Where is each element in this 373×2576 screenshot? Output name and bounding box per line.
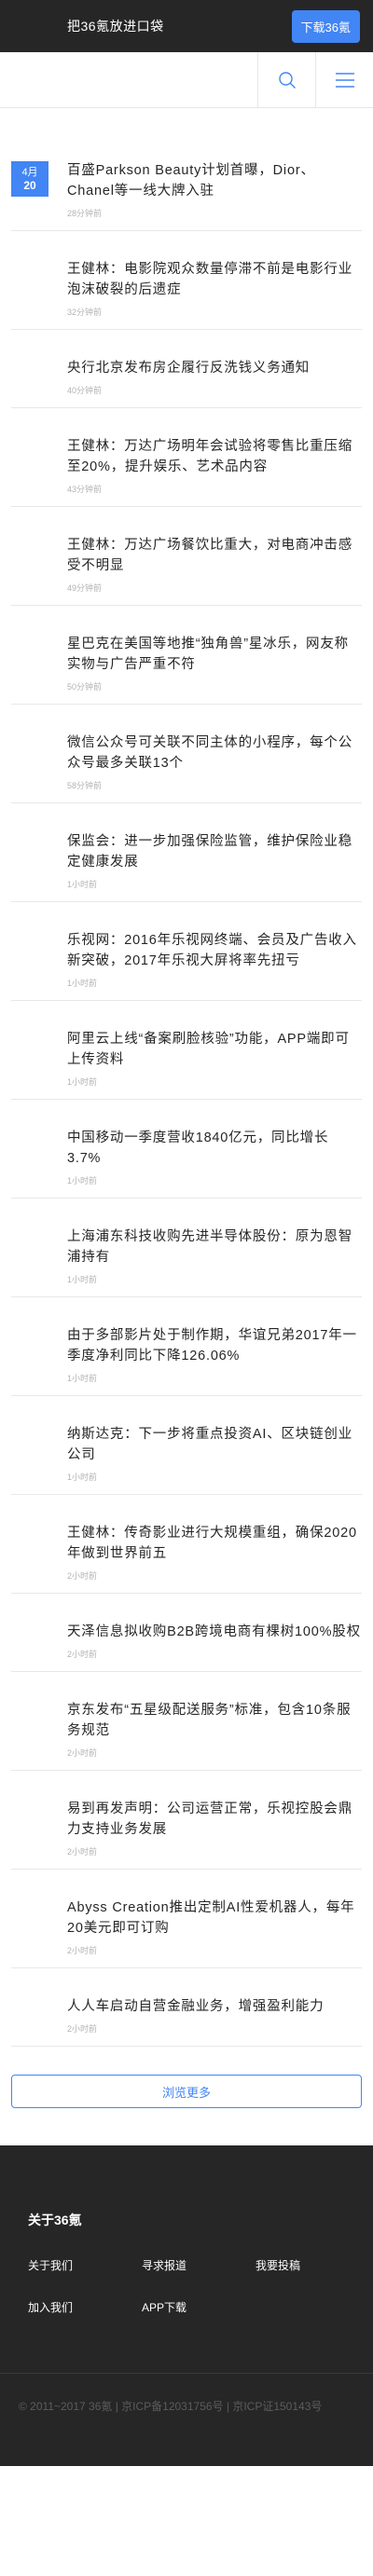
news-title[interactable]: 乐视网：2016年乐视网终端、会员及广告收入新突破，2017年乐视大屏将率先扭亏 bbox=[67, 930, 362, 971]
top-nav bbox=[0, 52, 373, 108]
news-timestamp: 2小时前 bbox=[67, 1571, 98, 1581]
news-title[interactable]: 上海浦东科技收购先进半导体股份：原为恩智浦持有 bbox=[67, 1226, 362, 1267]
news-item[interactable]: 中国移动一季度营收1840亿元，同比增长3.7% 1小时前 bbox=[11, 1128, 362, 1199]
news-title[interactable]: 纳斯达克：下一步将重点投资AI、区块链创业公司 bbox=[67, 1424, 362, 1465]
copyright: © 2011~2017 36氪 | 京ICP备12031756号 | 京ICP证… bbox=[0, 2373, 373, 2466]
news-timestamp: 1小时前 bbox=[67, 1374, 98, 1383]
banner-title: 把36氪放进口袋 bbox=[67, 19, 164, 34]
news-title[interactable]: 王健林：万达广场明年会试验将零售比重压缩至20%，提升娱乐、艺术品内容 bbox=[67, 436, 362, 477]
news-title[interactable]: 京东发布“五星级配送服务”标准，包含10条服务规范 bbox=[67, 1700, 362, 1741]
news-item[interactable]: 央行北京发布房企履行反洗钱义务通知 40分钟前 bbox=[11, 358, 362, 408]
news-item[interactable]: 王健林：传奇影业进行大规模重组，确保2020年做到世界前五 2小时前 bbox=[11, 1523, 362, 1594]
news-title[interactable]: Abyss Creation推出定制AI性爱机器人，每年20美元即可订购 bbox=[67, 1898, 362, 1939]
news-title[interactable]: 中国移动一季度营收1840亿元，同比增长3.7% bbox=[67, 1128, 362, 1169]
news-title[interactable]: 星巴克在美国等地推“独角兽”星冰乐，网友称实物与广告严重不符 bbox=[67, 634, 362, 675]
footer-link-join[interactable]: 加入我们 bbox=[28, 2299, 142, 2315]
news-timestamp: 2小时前 bbox=[67, 1748, 98, 1758]
news-timestamp: 1小时前 bbox=[67, 979, 98, 988]
news-title[interactable]: 王健林：电影院观众数量停滞不前是电影行业泡沫破裂的后遗症 bbox=[67, 259, 362, 300]
news-item[interactable]: 人人车启动自营金融业务，增强盈利能力 2小时前 bbox=[11, 1996, 362, 2047]
news-item[interactable]: 京东发布“五星级配送服务”标准，包含10条服务规范 2小时前 bbox=[11, 1700, 362, 1771]
news-title[interactable]: 央行北京发布房企履行反洗钱义务通知 bbox=[67, 358, 362, 378]
news-item[interactable]: 4月 20 百盛Parkson Beauty计划首曝，Dior、Chanel等一线大… bbox=[11, 160, 362, 231]
news-title[interactable]: 微信公众号可关联不同主体的小程序，每个公众号最多关联13个 bbox=[67, 733, 362, 774]
footer-links: 关于我们 寻求报道 我要投稿 加入我们 APP下载 bbox=[28, 2257, 373, 2315]
news-timestamp: 49分钟前 bbox=[67, 583, 103, 593]
footer-link-about[interactable]: 关于我们 bbox=[28, 2257, 142, 2273]
date-month: 4月 bbox=[21, 167, 38, 178]
news-title[interactable]: 天泽信息拟收购B2B跨境电商有棵树100%股权 bbox=[67, 1622, 362, 1642]
news-item[interactable]: 天泽信息拟收购B2B跨境电商有棵树100%股权 2小时前 bbox=[11, 1622, 362, 1672]
news-title[interactable]: 王健林：传奇影业进行大规模重组，确保2020年做到世界前五 bbox=[67, 1523, 362, 1564]
news-timestamp: 2小时前 bbox=[67, 1847, 98, 1857]
menu-button[interactable] bbox=[315, 52, 373, 108]
news-item[interactable]: 由于多部影片处于制作期，华谊兄弟2017年一季度净利同比下降126.06% 1小时… bbox=[11, 1325, 362, 1396]
news-item[interactable]: 阿里云上线“备案刷脸核验”功能，APP端即可上传资料 1小时前 bbox=[11, 1029, 362, 1100]
footer-link-app[interactable]: APP下载 bbox=[142, 2299, 256, 2315]
news-item[interactable]: 乐视网：2016年乐视网终端、会员及广告收入新突破，2017年乐视大屏将率先扭亏… bbox=[11, 930, 362, 1001]
date-day: 20 bbox=[23, 179, 36, 192]
news-timestamp: 40分钟前 bbox=[67, 386, 103, 395]
news-item[interactable]: 王健林：万达广场明年会试验将零售比重压缩至20%，提升娱乐、艺术品内容 43分钟前 bbox=[11, 436, 362, 507]
footer-link-report[interactable]: 寻求报道 bbox=[142, 2257, 256, 2273]
download-app-button[interactable]: 下载36氪 bbox=[291, 9, 360, 43]
news-title[interactable]: 由于多部影片处于制作期，华谊兄弟2017年一季度净利同比下降126.06% bbox=[67, 1325, 362, 1366]
news-item[interactable]: 王健林：万达广场餐饮比重大，对电商冲击感受不明显 49分钟前 bbox=[11, 535, 362, 606]
news-item[interactable]: 微信公众号可关联不同主体的小程序，每个公众号最多关联13个 58分钟前 bbox=[11, 733, 362, 803]
news-item[interactable]: 上海浦东科技收购先进半导体股份：原为恩智浦持有 1小时前 bbox=[11, 1226, 362, 1297]
search-icon bbox=[278, 72, 296, 89]
news-title[interactable]: 百盛Parkson Beauty计划首曝，Dior、Chanel等一线大牌入驻 bbox=[67, 160, 362, 201]
news-item[interactable]: 王健林：电影院观众数量停滞不前是电影行业泡沫破裂的后遗症 32分钟前 bbox=[11, 259, 362, 330]
news-timestamp: 50分钟前 bbox=[67, 682, 103, 692]
news-title[interactable]: 阿里云上线“备案刷脸核验”功能，APP端即可上传资料 bbox=[67, 1029, 362, 1070]
footer-title: 关于36氪 bbox=[28, 2213, 82, 2227]
news-timestamp: 1小时前 bbox=[67, 880, 98, 889]
app-download-banner: 把36氪放进口袋 下载36氪 bbox=[0, 0, 373, 52]
news-timestamp: 2小时前 bbox=[67, 1650, 98, 1659]
load-more-button[interactable]: 浏览更多 bbox=[11, 2075, 362, 2108]
news-item[interactable]: 易到再发声明：公司运营正常，乐视控股会鼎力支持业务发展 2小时前 bbox=[11, 1799, 362, 1870]
news-timestamp: 1小时前 bbox=[67, 1275, 98, 1284]
news-timestamp: 28分钟前 bbox=[67, 209, 103, 218]
news-timestamp: 32分钟前 bbox=[67, 308, 103, 317]
news-list: 4月 20 百盛Parkson Beauty计划首曝，Dior、Chanel等一线大… bbox=[0, 108, 373, 2047]
news-title[interactable]: 王健林：万达广场餐饮比重大，对电商冲击感受不明显 bbox=[67, 535, 362, 576]
news-item[interactable]: 星巴克在美国等地推“独角兽”星冰乐，网友称实物与广告严重不符 50分钟前 bbox=[11, 634, 362, 705]
footer-link-submit[interactable]: 我要投稿 bbox=[256, 2257, 369, 2273]
date-badge: 4月 20 bbox=[11, 161, 48, 197]
news-title[interactable]: 保监会：进一步加强保险监管，维护保险业稳定健康发展 bbox=[67, 831, 362, 872]
news-timestamp: 1小时前 bbox=[67, 1176, 98, 1185]
menu-icon bbox=[335, 73, 354, 88]
news-timestamp: 1小时前 bbox=[67, 1473, 98, 1482]
footer: 关于36氪 关于我们 寻求报道 我要投稿 加入我们 APP下载 bbox=[0, 2145, 373, 2373]
news-item[interactable]: 保监会：进一步加强保险监管，维护保险业稳定健康发展 1小时前 bbox=[11, 831, 362, 902]
news-title[interactable]: 人人车启动自营金融业务，增强盈利能力 bbox=[67, 1996, 362, 2017]
news-timestamp: 2小时前 bbox=[67, 1946, 98, 1955]
news-timestamp: 58分钟前 bbox=[67, 781, 103, 790]
search-button[interactable] bbox=[257, 52, 315, 108]
news-timestamp: 43分钟前 bbox=[67, 485, 103, 494]
news-timestamp: 1小时前 bbox=[67, 1077, 98, 1087]
news-item[interactable]: Abyss Creation推出定制AI性爱机器人，每年20美元即可订购 2小时前 bbox=[11, 1898, 362, 1968]
news-timestamp: 2小时前 bbox=[67, 2024, 98, 2034]
news-item[interactable]: 纳斯达克：下一步将重点投资AI、区块链创业公司 1小时前 bbox=[11, 1424, 362, 1495]
news-title[interactable]: 易到再发声明：公司运营正常，乐视控股会鼎力支持业务发展 bbox=[67, 1799, 362, 1840]
